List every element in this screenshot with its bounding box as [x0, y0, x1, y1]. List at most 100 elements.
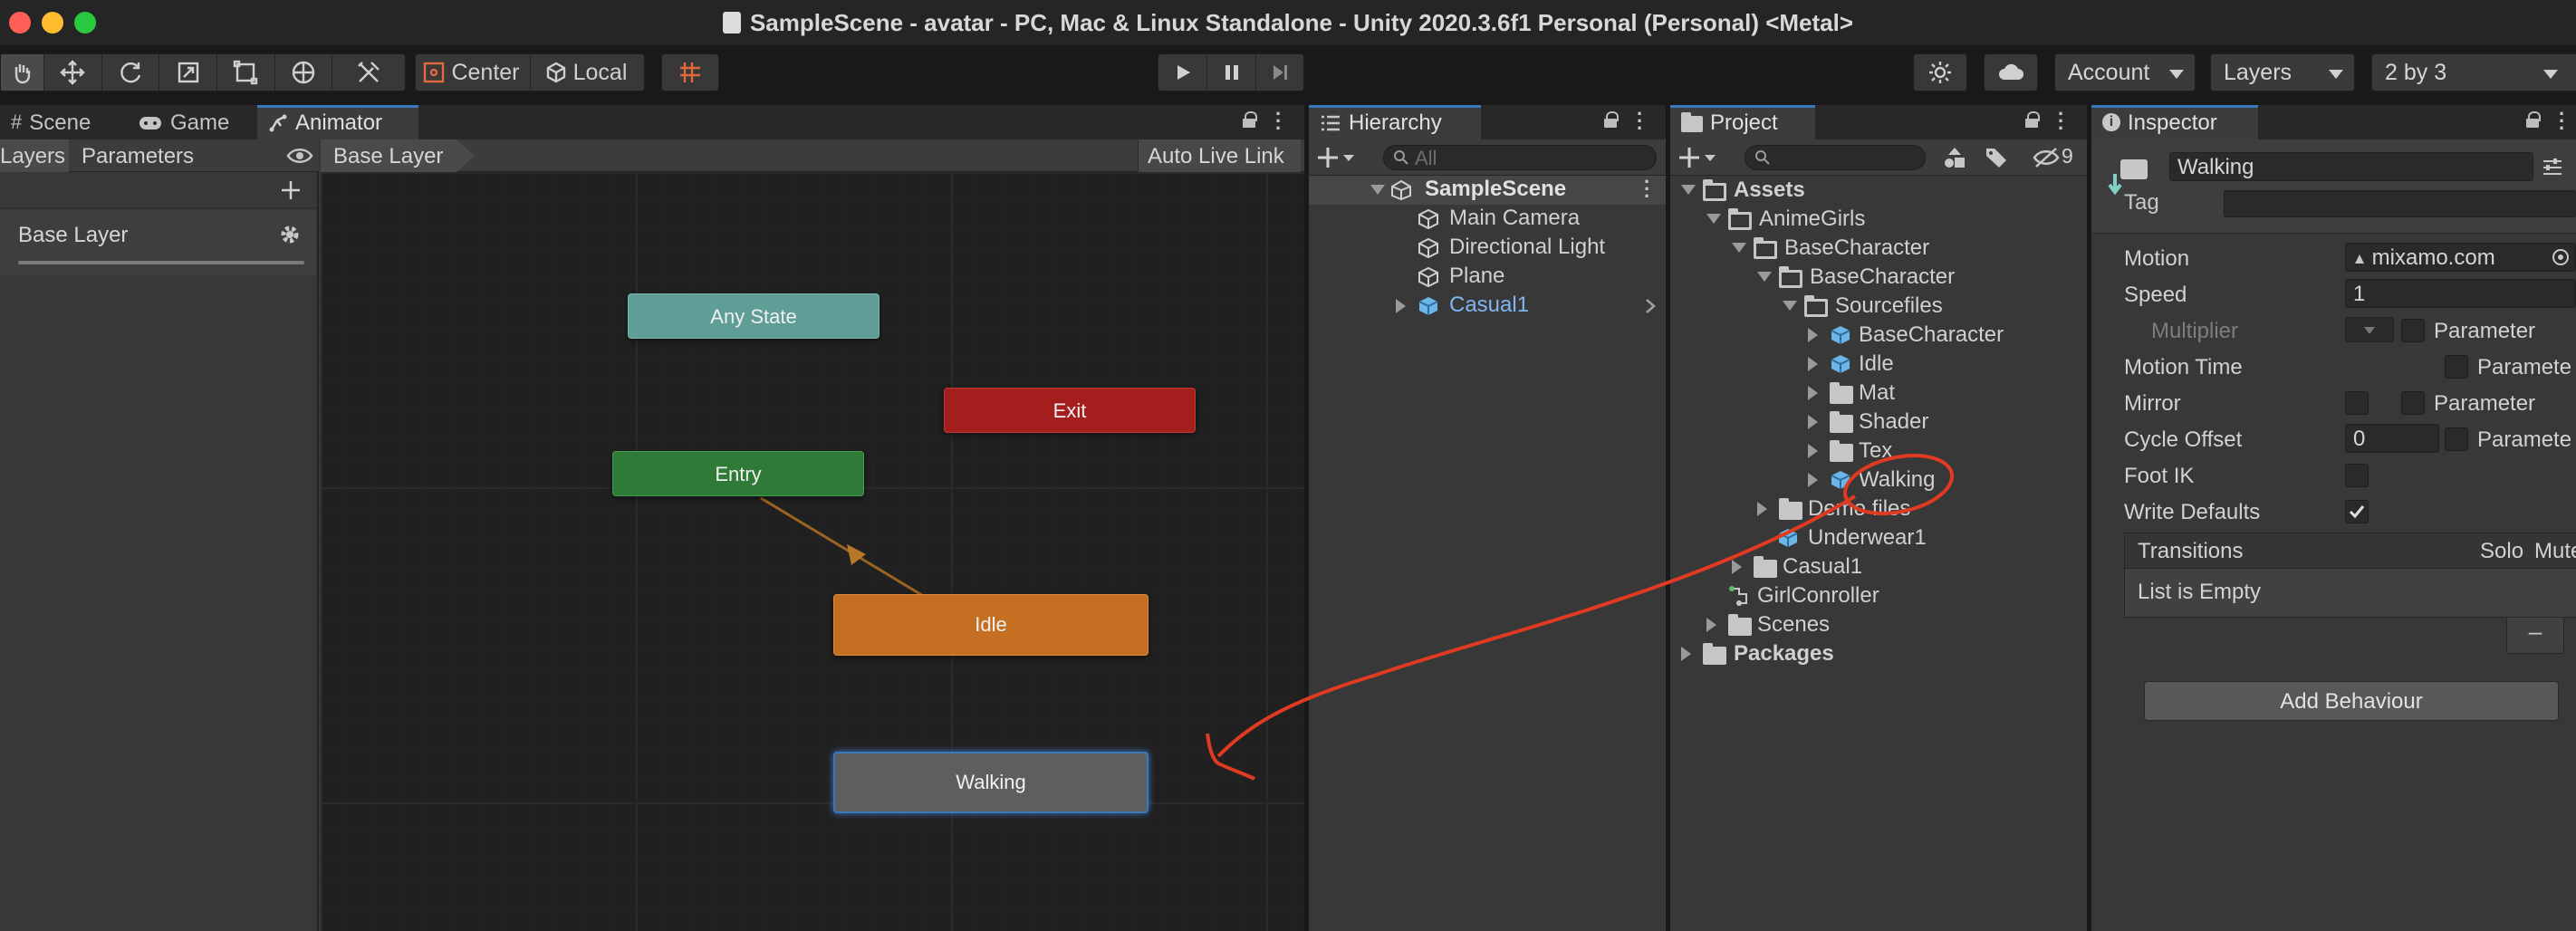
custom-tool-button[interactable] — [332, 54, 405, 91]
cycle-offset-parameter-checkbox[interactable] — [2445, 427, 2468, 451]
expand-arrow-icon[interactable] — [1706, 618, 1716, 632]
expand-arrow-icon[interactable] — [1808, 415, 1818, 429]
project-item-folder[interactable]: Mat — [1670, 379, 2087, 408]
tab-hierarchy[interactable]: Hierarchy — [1309, 105, 1481, 139]
speed-field[interactable]: 1 — [2345, 279, 2576, 308]
motion-object-field[interactable]: mixamo.com — [2345, 243, 2576, 272]
motion-time-parameter-checkbox[interactable] — [2445, 355, 2468, 379]
hierarchy-item-prefab[interactable]: Casual1 — [1309, 292, 1666, 321]
project-item-assets[interactable]: Assets — [1670, 176, 2087, 205]
cloud-services-button[interactable] — [1985, 54, 2037, 91]
lock-icon[interactable] — [2526, 111, 2541, 128]
mirror-parameter-checkbox[interactable] — [2401, 391, 2425, 415]
folder-open-icon — [1754, 237, 1777, 259]
scene-more-options-icon[interactable]: · · · — [1644, 172, 1650, 206]
project-item-folder[interactable]: Tex — [1670, 437, 2087, 466]
project-item-prefab[interactable]: Underwear1 — [1670, 523, 2087, 552]
expand-arrow-icon[interactable] — [1808, 328, 1818, 342]
project-item-folder[interactable]: BaseCharacter — [1670, 263, 2087, 292]
pause-button[interactable] — [1207, 54, 1256, 91]
hierarchy-search-input[interactable]: All — [1383, 145, 1657, 170]
expand-arrow-icon[interactable] — [1681, 647, 1691, 661]
more-options-icon[interactable]: · · · — [1637, 105, 1643, 139]
scale-tool-button[interactable] — [159, 54, 217, 91]
move-tool-button[interactable] — [44, 54, 102, 91]
transform-tool-button[interactable] — [275, 54, 333, 91]
project-search-input[interactable] — [1745, 145, 1926, 170]
expand-arrow-icon[interactable] — [1783, 301, 1797, 311]
pivot-local-button[interactable]: Local — [531, 54, 644, 91]
expand-arrow-icon[interactable] — [1732, 560, 1742, 574]
expand-arrow-icon[interactable] — [1396, 299, 1406, 313]
project-item-folder[interactable]: Demo files — [1670, 494, 2087, 523]
step-button[interactable] — [1256, 54, 1303, 91]
expand-arrow-icon[interactable] — [1757, 502, 1767, 516]
project-item-folder[interactable]: BaseCharacter — [1670, 234, 2087, 263]
expand-arrow-icon[interactable] — [1808, 357, 1818, 371]
project-item-folder[interactable]: AnimeGirls — [1670, 205, 2087, 234]
rect-tool-icon — [234, 60, 258, 85]
layers-dropdown[interactable]: Layers — [2210, 53, 2355, 91]
expand-arrow-icon[interactable] — [1681, 185, 1696, 195]
tab-project[interactable]: Project — [1670, 105, 1815, 139]
tag-field[interactable] — [2224, 190, 2576, 217]
write-defaults-checkbox[interactable] — [2345, 500, 2369, 523]
create-plus-icon[interactable] — [1679, 146, 1716, 169]
scene-row[interactable]: SampleScene · · · — [1309, 172, 1666, 206]
lock-icon[interactable] — [2025, 111, 2040, 128]
add-behaviour-button[interactable]: Add Behaviour — [2144, 681, 2559, 721]
expand-arrow-icon[interactable] — [1808, 473, 1818, 487]
hidden-packages-icon[interactable] — [2033, 147, 2060, 168]
state-entry[interactable]: Entry — [612, 451, 864, 496]
project-item-folder[interactable]: Shader — [1670, 408, 2087, 437]
speed-row: Speed 1 — [2091, 279, 2576, 312]
grid-snapping-button[interactable] — [662, 54, 718, 91]
project-item-model[interactable]: Idle — [1670, 350, 2087, 379]
hand-tool-button[interactable] — [1, 54, 44, 91]
expand-arrow-icon[interactable] — [1706, 214, 1721, 224]
mirror-checkbox[interactable] — [2345, 391, 2369, 415]
play-button[interactable] — [1158, 54, 1207, 91]
object-picker-icon[interactable] — [2551, 247, 2571, 267]
cycle-offset-field[interactable]: 0 — [2345, 424, 2439, 453]
project-item-animator-controller[interactable]: GirlConroller — [1670, 581, 2087, 610]
foot-ik-checkbox[interactable] — [2345, 464, 2369, 487]
preset-sliders-icon[interactable] — [2541, 156, 2564, 179]
state-idle[interactable]: Idle — [833, 594, 1149, 656]
pivot-center-button[interactable]: Center — [416, 54, 531, 91]
expand-arrow-icon[interactable] — [1808, 386, 1818, 400]
state-any-state[interactable]: Any State — [628, 293, 879, 339]
hierarchy-item[interactable]: Plane — [1309, 263, 1666, 292]
layout-dropdown[interactable]: 2 by 3 — [2371, 53, 2576, 91]
more-options-icon[interactable]: · · · — [2559, 105, 2565, 139]
rotate-tool-button[interactable] — [102, 54, 160, 91]
filter-by-label-icon[interactable] — [1984, 145, 2009, 170]
hierarchy-item[interactable]: Main Camera — [1309, 205, 1666, 234]
expand-arrow-icon[interactable] — [1370, 185, 1385, 195]
rect-tool-button[interactable] — [217, 54, 275, 91]
state-name-field[interactable]: Walking — [2169, 152, 2533, 181]
chevron-right-icon[interactable] — [1644, 297, 1657, 315]
lighting-settings-button[interactable] — [1914, 54, 1966, 91]
more-options-icon[interactable]: · · · — [2058, 105, 2064, 139]
project-item-folder[interactable]: Scenes — [1670, 610, 2087, 639]
multiplier-parameter-checkbox[interactable] — [2401, 319, 2425, 342]
state-exit[interactable]: Exit — [944, 388, 1196, 433]
project-item-model-walking[interactable]: Walking — [1670, 466, 2087, 494]
tab-inspector[interactable]: i Inspector — [2091, 105, 2258, 139]
project-item-packages[interactable]: Packages — [1670, 639, 2087, 668]
project-item-folder[interactable]: Casual1 — [1670, 552, 2087, 581]
filter-by-type-icon[interactable] — [1942, 145, 1967, 170]
expand-arrow-icon[interactable] — [1757, 272, 1772, 282]
lock-icon[interactable] — [1604, 111, 1619, 128]
expand-arrow-icon[interactable] — [1808, 444, 1818, 458]
state-walking[interactable]: Walking — [833, 752, 1149, 813]
remove-transition-button[interactable]: – — [2506, 618, 2564, 654]
hierarchy-item[interactable]: Directional Light — [1309, 234, 1666, 263]
create-plus-icon[interactable] — [1318, 146, 1354, 169]
expand-arrow-icon[interactable] — [1732, 243, 1746, 253]
multiplier-parameter-dropdown[interactable] — [2345, 317, 2394, 342]
project-item-model[interactable]: BaseCharacter — [1670, 321, 2087, 350]
account-dropdown[interactable]: Account — [2054, 53, 2196, 91]
project-item-folder[interactable]: Sourcefiles — [1670, 292, 2087, 321]
